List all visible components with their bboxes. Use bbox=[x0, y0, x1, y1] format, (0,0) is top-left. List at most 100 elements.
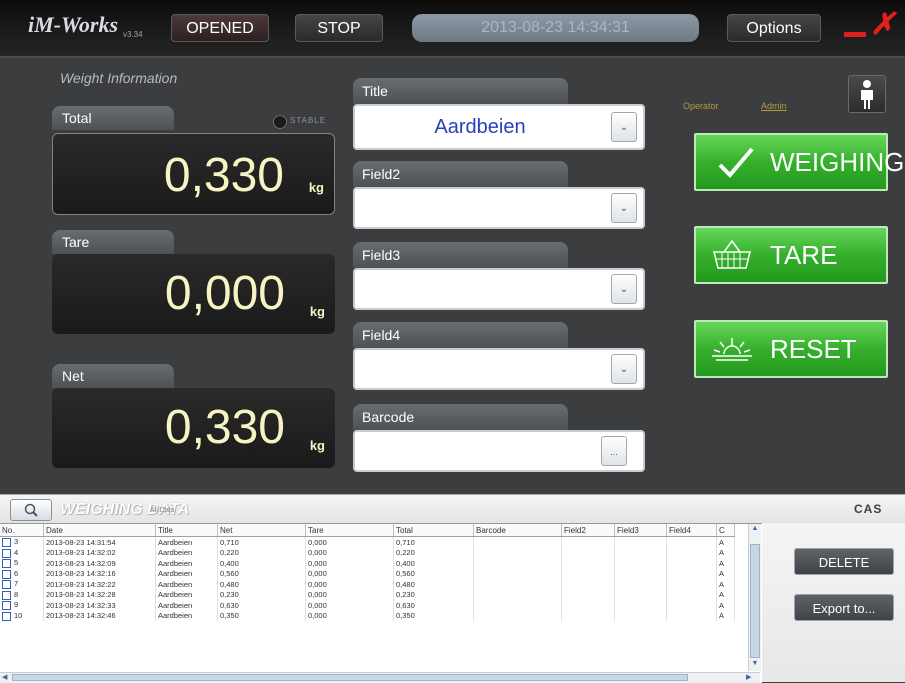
opened-button[interactable]: OPENED bbox=[171, 14, 269, 42]
column-header[interactable]: Field3 bbox=[614, 524, 667, 537]
column-header[interactable]: Net bbox=[217, 524, 306, 537]
table-cell bbox=[561, 568, 615, 579]
chevron-down-icon[interactable]: ⌄ bbox=[611, 193, 637, 223]
column-header[interactable]: No. bbox=[0, 524, 44, 537]
row-number: 4 bbox=[14, 547, 19, 557]
barcode-browse-button[interactable]: ... bbox=[601, 436, 627, 466]
options-button[interactable]: Options bbox=[727, 14, 821, 42]
scroll-right-icon[interactable]: ▶ bbox=[746, 673, 751, 681]
data-table: No. Date Title Net Tare Total Barcode Field2 Fie… bbox=[0, 523, 762, 683]
table-cell: A bbox=[716, 589, 735, 600]
minimize-icon[interactable] bbox=[844, 32, 866, 37]
table-cell: 0,000 bbox=[305, 568, 394, 579]
app-version: v3.34 bbox=[123, 30, 143, 39]
scroll-left-icon[interactable]: ◀ bbox=[2, 673, 7, 681]
table-cell bbox=[473, 600, 562, 611]
table-row[interactable]: 3 2013-08-23 14:31:54 Aardbeien 0,710 0,000 0… bbox=[0, 536, 735, 548]
delete-button[interactable]: DELETE bbox=[794, 548, 894, 575]
net-display: 0,330 kg bbox=[52, 388, 335, 468]
total-label: Total bbox=[52, 106, 174, 130]
tare-button-label: TARE bbox=[770, 240, 838, 270]
table-cell: 2013-08-23 14:32:33 bbox=[43, 600, 156, 611]
row-checkbox[interactable] bbox=[2, 569, 11, 579]
table-cell bbox=[614, 579, 667, 590]
row-number-cell: 6 bbox=[0, 568, 44, 579]
column-header[interactable]: C bbox=[716, 524, 735, 537]
table-cell: 0,000 bbox=[305, 558, 394, 569]
search-button[interactable] bbox=[10, 499, 52, 521]
barcode-input[interactable]: ... bbox=[353, 430, 645, 472]
column-header[interactable]: Title bbox=[155, 524, 218, 537]
stop-button[interactable]: STOP bbox=[295, 14, 383, 42]
table-cell: 0,000 bbox=[305, 600, 394, 611]
table-cell: 0,230 bbox=[217, 589, 306, 600]
table-cell bbox=[561, 536, 615, 548]
scrollbar-thumb[interactable] bbox=[750, 544, 760, 658]
chevron-down-icon[interactable]: ⌄ bbox=[611, 112, 637, 142]
horizontal-scrollbar[interactable]: ◀ ▶ bbox=[0, 672, 760, 683]
field3-select[interactable]: ⌄ bbox=[353, 268, 645, 310]
export-button[interactable]: Export to... bbox=[794, 594, 894, 621]
tare-button[interactable]: TARE bbox=[694, 226, 888, 284]
vertical-scrollbar[interactable]: ▲ ▼ bbox=[748, 524, 761, 671]
reset-label: RESET bbox=[770, 334, 857, 364]
reset-button[interactable]: RESET bbox=[694, 320, 888, 378]
total-unit: kg bbox=[308, 180, 324, 195]
user-button[interactable] bbox=[848, 75, 886, 113]
row-number-cell: 10 bbox=[0, 610, 44, 621]
row-checkbox[interactable] bbox=[2, 559, 11, 568]
column-header[interactable]: Date bbox=[43, 524, 156, 537]
row-checkbox[interactable] bbox=[2, 580, 11, 589]
row-checkbox[interactable] bbox=[2, 548, 11, 558]
chevron-down-icon[interactable]: ⌄ bbox=[611, 274, 637, 304]
tare-unit: kg bbox=[309, 304, 325, 319]
row-checkbox[interactable] bbox=[2, 601, 11, 610]
column-header[interactable]: Field2 bbox=[561, 524, 615, 537]
h-scrollbar-thumb[interactable] bbox=[12, 674, 688, 681]
close-icon[interactable]: ✗ bbox=[870, 10, 895, 40]
row-checkbox[interactable] bbox=[2, 611, 11, 621]
table-row[interactable]: 7 2013-08-23 14:32:22 Aardbeien 0,480 0,000 0… bbox=[0, 579, 735, 590]
title-select[interactable]: Aardbeien ⌄ bbox=[353, 104, 645, 150]
search-icon bbox=[24, 503, 38, 517]
table-cell: A bbox=[716, 568, 735, 579]
table-cell: 0,000 bbox=[305, 536, 394, 548]
table-cell bbox=[473, 568, 562, 579]
table-cell: Aardbeien bbox=[155, 579, 218, 590]
column-header[interactable]: Field4 bbox=[666, 524, 717, 537]
basket-icon bbox=[713, 239, 751, 269]
scroll-down-icon[interactable]: ▼ bbox=[750, 660, 760, 670]
table-cell: Aardbeien bbox=[155, 568, 218, 579]
stable-indicator-icon bbox=[273, 115, 287, 129]
weighing-button[interactable]: WEIGHING bbox=[694, 133, 904, 191]
weighing-data-filter: All Data bbox=[150, 507, 175, 514]
column-header[interactable]: Total bbox=[393, 524, 474, 537]
column-header[interactable]: Tare bbox=[305, 524, 394, 537]
table-row[interactable]: 8 2013-08-23 14:32:28 Aardbeien 0,230 0,000 0… bbox=[0, 589, 735, 600]
table-cell: Aardbeien bbox=[155, 558, 218, 569]
table-row[interactable]: 6 2013-08-23 14:32:16 Aardbeien 0,560 0,000 0… bbox=[0, 568, 735, 579]
table-row[interactable]: 10 2013-08-23 14:32:46 Aardbeien 0,350 0,000… bbox=[0, 610, 735, 621]
row-number: 6 bbox=[14, 568, 19, 578]
field2-select[interactable]: ⌄ bbox=[353, 187, 645, 229]
chevron-down-icon[interactable]: ⌄ bbox=[611, 354, 637, 384]
table-cell bbox=[473, 579, 562, 590]
row-number-cell: 3 bbox=[0, 536, 44, 548]
tare-label: Tare bbox=[52, 230, 174, 254]
table-row[interactable]: 4 2013-08-23 14:32:02 Aardbeien 0,220 0,000 0… bbox=[0, 547, 735, 558]
row-checkbox[interactable] bbox=[2, 538, 11, 547]
total-value: 0,330 bbox=[163, 149, 284, 202]
table-cell: A bbox=[716, 579, 735, 590]
scroll-up-icon[interactable]: ▲ bbox=[750, 525, 760, 535]
table-cell bbox=[473, 610, 562, 621]
table-row[interactable]: 9 2013-08-23 14:32:33 Aardbeien 0,630 0,000 0… bbox=[0, 600, 735, 611]
field4-select[interactable]: ⌄ bbox=[353, 348, 645, 390]
table-row[interactable]: 5 2013-08-23 14:32:09 Aardbeien 0,400 0,000 0… bbox=[0, 558, 735, 569]
operator-value[interactable]: Admin bbox=[761, 101, 787, 111]
table-cell bbox=[666, 610, 717, 621]
table-cell: Aardbeien bbox=[155, 589, 218, 600]
table-cell bbox=[561, 610, 615, 621]
column-header[interactable]: Barcode bbox=[473, 524, 562, 537]
net-value: 0,330 bbox=[164, 401, 285, 454]
row-checkbox[interactable] bbox=[2, 590, 11, 600]
